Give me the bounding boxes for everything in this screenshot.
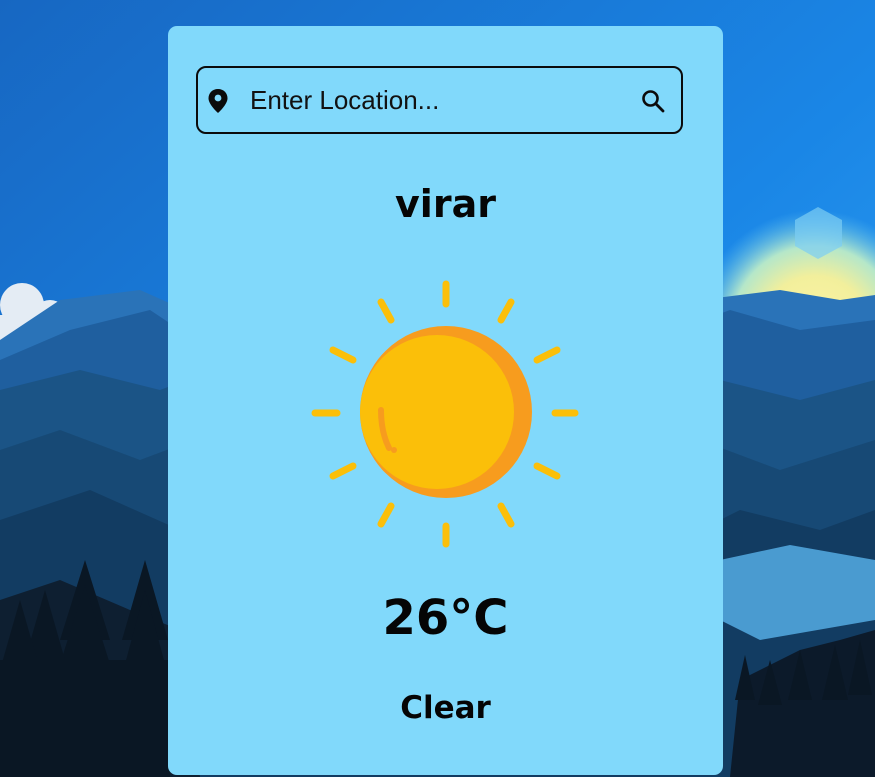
sun-icon <box>311 280 579 548</box>
map-pin-icon <box>208 89 228 113</box>
weather-card: virar 26°C Clear <box>168 26 723 775</box>
magnifier-icon[interactable] <box>641 89 665 113</box>
location-search-box[interactable] <box>196 66 683 134</box>
location-search-input[interactable] <box>250 78 630 122</box>
city-name: virar <box>395 182 496 226</box>
weather-condition: Clear <box>400 690 491 726</box>
temperature-value: 26°C <box>382 590 509 646</box>
